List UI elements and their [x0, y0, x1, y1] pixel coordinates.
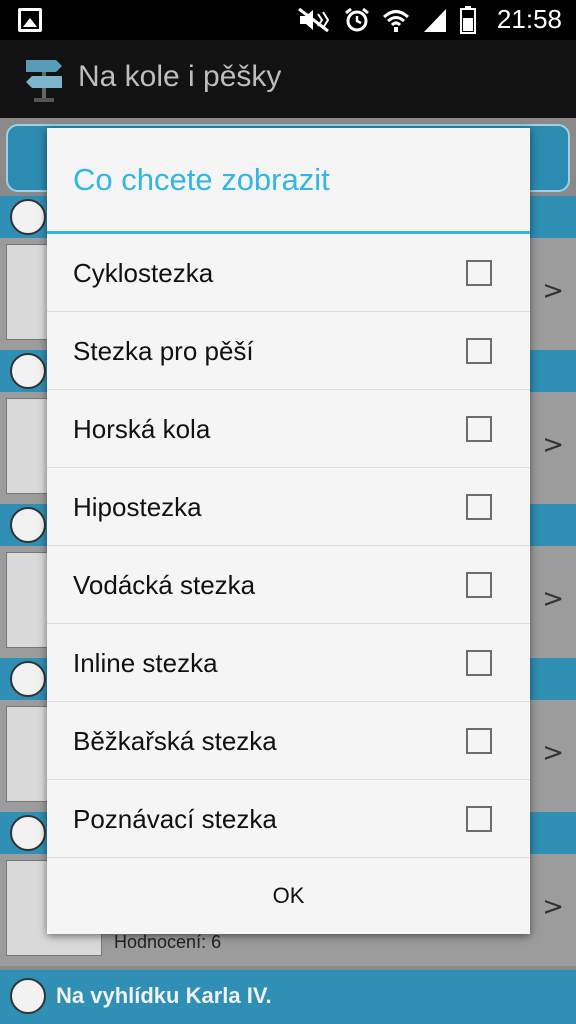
option-label: Hipostezka	[73, 492, 202, 522]
signpost-icon[interactable]	[22, 54, 66, 102]
checkbox[interactable]	[466, 728, 492, 754]
checkbox[interactable]	[466, 338, 492, 364]
option-horska-kola[interactable]: Horská kola	[47, 390, 530, 468]
option-stezka-pro-pesi[interactable]: Stezka pro pěší	[47, 312, 530, 390]
option-label: Běžkařská stezka	[73, 726, 277, 756]
checkbox[interactable]	[466, 494, 492, 520]
clock: 21:58	[496, 4, 562, 34]
option-inline-stezka[interactable]: Inline stezka	[47, 624, 530, 702]
hiker-icon	[10, 978, 46, 1014]
option-label: Stezka pro pěší	[73, 336, 254, 366]
wifi-icon	[382, 10, 410, 32]
option-cyklostezka[interactable]: Cyklostezka	[47, 234, 530, 312]
checkbox[interactable]	[466, 806, 492, 832]
list-item-title: Na vyhlídku Karla IV.	[56, 983, 272, 1008]
option-label: Inline stezka	[73, 648, 218, 678]
checkbox[interactable]	[466, 416, 492, 442]
checkbox[interactable]	[466, 572, 492, 598]
chevron-right-icon: >	[542, 430, 564, 460]
action-bar: Na kole i pěšky	[0, 40, 576, 118]
option-bezkarska-stezka[interactable]: Běžkařská stezka	[47, 702, 530, 780]
checkbox[interactable]	[466, 650, 492, 676]
mountain-bike-icon	[10, 661, 46, 697]
checkbox[interactable]	[466, 260, 492, 286]
option-label: Cyklostezka	[73, 258, 214, 288]
alarm-icon	[345, 7, 369, 32]
status-icons	[298, 6, 476, 34]
option-label: Horská kola	[73, 414, 211, 444]
gallery-icon	[18, 8, 42, 32]
chevron-right-icon: >	[542, 584, 564, 614]
option-label: Poznávací stezka	[73, 804, 277, 834]
rating-text: Hodnocení: 6	[114, 932, 222, 952]
bicycle-icon	[10, 353, 46, 389]
mute-icon	[298, 7, 330, 33]
dialog-title: Co chcete zobrazit	[73, 162, 330, 197]
chevron-right-icon: >	[542, 276, 564, 306]
bicycle-icon	[10, 199, 46, 235]
ok-button[interactable]: OK	[47, 858, 530, 934]
chevron-right-icon: >	[542, 892, 564, 922]
option-hipostezka[interactable]: Hipostezka	[47, 468, 530, 546]
status-bar: 21:58	[0, 0, 576, 40]
option-poznavaci-stezka[interactable]: Poznávací stezka	[47, 780, 530, 858]
chevron-right-icon: >	[542, 738, 564, 768]
options-list: Cyklostezka Stezka pro pěší Horská kola …	[47, 234, 530, 858]
option-vodacka-stezka[interactable]: Vodácká stezka	[47, 546, 530, 624]
mountain-bike-icon	[10, 507, 46, 543]
app-title: Na kole i pěšky	[78, 60, 282, 93]
signal-icon	[424, 9, 446, 32]
bicycle-icon	[10, 815, 46, 851]
filter-dialog: Co chcete zobrazit Cyklostezka Stezka pr…	[47, 128, 530, 934]
battery-icon	[460, 6, 476, 34]
option-label: Vodácká stezka	[73, 570, 256, 600]
